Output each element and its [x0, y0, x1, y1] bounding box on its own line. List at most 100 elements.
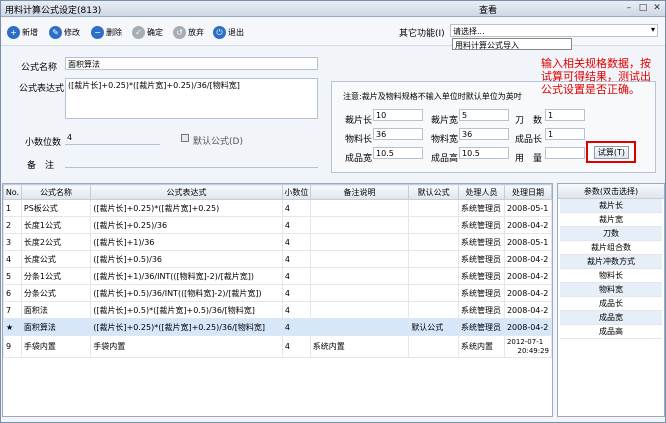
minimize-icon[interactable]: –	[623, 2, 635, 14]
table-row[interactable]: 6 分条公式 ([裁片长]+0.5)/36/INT(([物料宽]-2)/[裁片宽…	[3, 284, 552, 302]
close-icon[interactable]: ✕	[651, 2, 663, 14]
param-item[interactable]: 裁片宽	[560, 213, 662, 227]
usage-input[interactable]	[545, 147, 585, 159]
col-date[interactable]: 处理日期	[503, 184, 552, 200]
table-row-selected[interactable]: ★ 面积算法 ([裁片长]+0.25)*([裁片宽]+0.25)/36/[物料宽…	[3, 318, 552, 336]
col-remark[interactable]: 备注说明	[309, 184, 410, 200]
new-button[interactable]: + 新增	[7, 24, 38, 40]
col-name[interactable]: 公式名称	[20, 184, 92, 200]
col-no[interactable]: No.	[3, 184, 22, 200]
parameter-header: 参数(双击选择)	[558, 184, 664, 199]
edit-button[interactable]: ✎ 修改	[49, 24, 80, 40]
product-width-input[interactable]: 10.5	[373, 147, 423, 159]
table-row[interactable]: 3 长度2公式 ([裁片长]+1)/36 4 系统管理员 2008-05-1	[3, 233, 552, 251]
cell-user: 系统内置	[458, 335, 505, 358]
cell-remark: 系统内置	[309, 335, 410, 358]
dropdown-item-import[interactable]: 用料计算公式导入	[452, 38, 572, 50]
table-row[interactable]: 1 PS板公式 ([裁片长]+0.25)*([裁片宽]+0.25) 4 系统管理…	[3, 199, 552, 217]
cell-user: 系统管理员	[458, 284, 505, 302]
cell-user: 系统管理员	[458, 267, 505, 285]
formula-name-input[interactable]: 面积算法	[65, 57, 318, 70]
piece-length-label: 裁片长	[345, 116, 373, 126]
cell-no: 5	[3, 267, 22, 285]
cell-decimal: 4	[281, 267, 311, 285]
cell-decimal: 4	[281, 199, 311, 217]
new-button-label: 新增	[22, 27, 38, 37]
decimal-places-label: 小数位数	[25, 138, 62, 148]
col-decimal[interactable]: 小数位	[281, 184, 311, 200]
cell-default	[408, 199, 459, 217]
param-item[interactable]: 成品宽	[560, 311, 662, 325]
material-width-input[interactable]: 36	[459, 128, 509, 140]
discard-button-label: 放弃	[188, 27, 204, 37]
formula-expression-input[interactable]: ([裁片长]+0.25)*([裁片宽]+0.25)/36/[物料宽]	[65, 78, 318, 119]
decimal-places-input[interactable]: 4	[65, 132, 160, 145]
cut-count-input[interactable]: 1	[545, 109, 585, 121]
cell-date: 2008-05-1	[503, 199, 552, 217]
calc-button[interactable]: 试算(T)	[594, 146, 629, 159]
product-height-input[interactable]: 10.5	[459, 147, 509, 159]
cell-decimal: 4	[281, 216, 311, 234]
product-width-label: 成品宽	[345, 154, 373, 164]
delete-button[interactable]: − 删除	[91, 24, 122, 40]
table-header-row: No. 公式名称 公式表达式 小数位 备注说明 默认公式 处理人员 处理日期	[3, 184, 552, 200]
table-row[interactable]: 7 面积法 ([裁片长]+0.5)*([裁片宽]+0.5)/36/[物料宽] 4…	[3, 301, 552, 319]
calc-button-highlight: 试算(T)	[586, 141, 636, 163]
maximize-icon[interactable]: □	[637, 2, 649, 14]
exit-button[interactable]: ⏻ 退出	[213, 24, 244, 40]
param-item[interactable]: 物料宽	[560, 283, 662, 297]
view-menu[interactable]: 查看	[479, 3, 497, 16]
col-expression[interactable]: 公式表达式	[90, 184, 283, 200]
cell-name: 分条1公式	[20, 267, 92, 285]
param-item[interactable]: 裁片长	[560, 199, 662, 213]
cell-date-time: 20:49:29	[517, 346, 549, 355]
material-length-input[interactable]: 36	[373, 128, 423, 140]
param-item[interactable]: 成品高	[560, 325, 662, 339]
cell-name: 长度公式	[20, 250, 92, 268]
table-row[interactable]: 5 分条1公式 ([裁片长]+1)/36/INT(([物料宽]-2)/[裁片宽]…	[3, 267, 552, 285]
piece-width-label: 裁片宽	[431, 116, 459, 126]
delete-button-label: 删除	[106, 27, 122, 37]
table-row[interactable]: 4 长度公式 ([裁片长]+0.5)/36 4 系统管理员 2008-04-2	[3, 250, 552, 268]
formula-name-label: 公式名称	[21, 63, 58, 73]
cell-default	[408, 216, 459, 234]
usage-label: 用 量	[515, 154, 543, 164]
table-row[interactable]: 2 长度1公式 ([裁片长]+0.25)/36 4 系统管理员 2008-04-…	[3, 216, 552, 234]
cell-date: 2008-04-2	[503, 250, 552, 268]
cell-expression: ([裁片长]+0.5)*([裁片宽]+0.5)/36/[物料宽]	[90, 301, 283, 319]
col-user[interactable]: 处理人员	[458, 184, 505, 200]
cell-remark	[309, 267, 410, 285]
remark-input[interactable]	[65, 155, 318, 168]
cell-no: 6	[3, 284, 22, 302]
cell-default	[408, 250, 459, 268]
cell-decimal: 4	[281, 318, 311, 336]
cell-date: 2008-04-2	[503, 301, 552, 319]
cell-default: 默认公式	[408, 318, 459, 336]
cell-user: 系统管理员	[458, 199, 505, 217]
col-default[interactable]: 默认公式	[408, 184, 459, 200]
default-formula-checkbox[interactable]	[181, 134, 189, 142]
piece-width-input[interactable]: 5	[459, 109, 509, 121]
cell-expression: ([裁片长]+1)/36/INT(([物料宽]-2)/[裁片宽])	[90, 267, 283, 285]
cell-name: PS板公式	[20, 199, 92, 217]
discard-button[interactable]: ↺ 放弃	[173, 24, 204, 40]
plus-icon: +	[7, 25, 20, 39]
param-item[interactable]: 刀数	[560, 227, 662, 241]
cell-date: 2012-07-1 20:49:29	[503, 335, 552, 358]
table-row[interactable]: 9 手袋内置 手袋内置 4 系统内置 系统内置 2012-07-1 20:49:…	[3, 335, 552, 358]
param-item[interactable]: 成品长	[560, 297, 662, 311]
cell-default	[408, 301, 459, 319]
other-functions-select[interactable]: 请选择... ▾	[450, 24, 658, 37]
edit-button-label: 修改	[64, 27, 80, 37]
param-item[interactable]: 裁片组合数	[560, 241, 662, 255]
minus-icon: −	[91, 25, 104, 39]
pencil-icon: ✎	[49, 25, 62, 39]
param-item[interactable]: 裁片冲数方式	[560, 255, 662, 269]
piece-length-input[interactable]: 10	[373, 109, 423, 121]
chevron-down-icon: ▾	[650, 25, 655, 34]
cell-no: ★	[3, 318, 22, 336]
confirm-button[interactable]: ✓ 确定	[132, 24, 163, 40]
product-length-input[interactable]: 1	[545, 128, 585, 140]
param-item[interactable]: 物料长	[560, 269, 662, 283]
cell-date: 2008-04-2	[503, 267, 552, 285]
